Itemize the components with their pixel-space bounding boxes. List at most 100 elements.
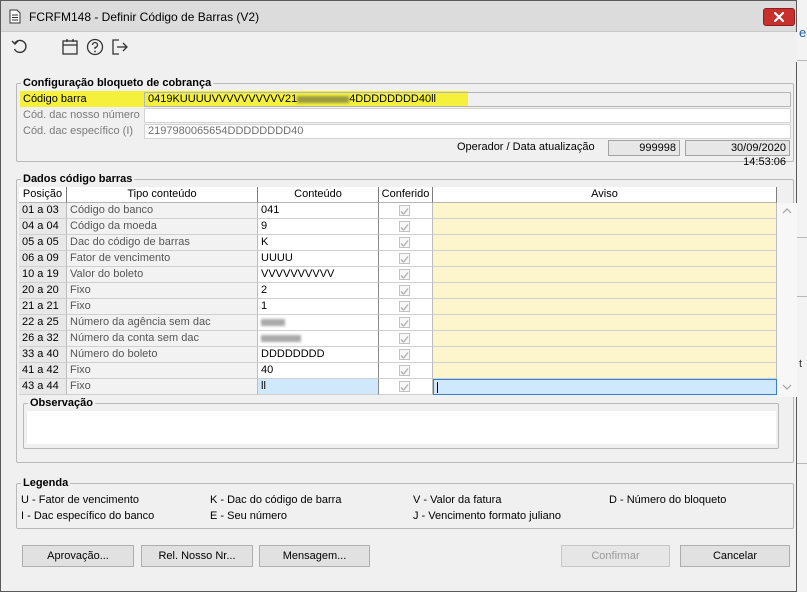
cell-conteudo[interactable]: DDDDDDDD xyxy=(258,347,379,363)
legenda-item: J - Vencimento formato juliano xyxy=(413,510,561,522)
check-icon xyxy=(400,336,409,343)
cell-conferido[interactable] xyxy=(379,203,433,219)
text-cursor xyxy=(437,381,438,393)
cell-conferido[interactable] xyxy=(379,267,433,283)
observacao-textarea[interactable] xyxy=(27,411,776,444)
dac-especifico-field[interactable]: 2197980065654DDDDDDDD40 xyxy=(144,124,791,139)
redacted-value xyxy=(261,318,285,326)
exit-icon[interactable] xyxy=(110,37,130,57)
conferido-checkbox[interactable] xyxy=(399,269,410,280)
cell-posicao: 41 a 42 xyxy=(19,363,67,379)
cell-conteudo[interactable]: K xyxy=(258,235,379,251)
legenda-item: D - Número do bloqueto xyxy=(609,494,727,506)
cell-tipo: Número da conta sem dac xyxy=(67,331,258,347)
cell-aviso[interactable] xyxy=(433,235,777,251)
cell-aviso[interactable] xyxy=(433,283,777,299)
cell-conferido[interactable] xyxy=(379,219,433,235)
cell-conteudo[interactable]: ll xyxy=(258,379,379,395)
dac-especifico-label: Cód. dac específico (I) xyxy=(23,125,134,137)
conferido-checkbox[interactable] xyxy=(399,333,410,344)
dac-nosso-numero-field[interactable] xyxy=(144,108,791,123)
cell-aviso[interactable] xyxy=(433,267,777,283)
help-icon[interactable] xyxy=(85,37,105,57)
check-icon xyxy=(400,368,409,375)
check-icon xyxy=(400,304,409,311)
cell-tipo: Número do boleto xyxy=(67,347,258,363)
cell-posicao: 43 a 44 xyxy=(19,379,67,395)
cell-conteudo[interactable]: 2 xyxy=(258,283,379,299)
cell-conteudo[interactable]: 9 xyxy=(258,219,379,235)
cell-aviso[interactable] xyxy=(433,331,777,347)
scroll-up-icon[interactable] xyxy=(777,205,797,217)
rel-nosso-nr-button[interactable]: Rel. Nosso Nr... xyxy=(141,545,253,567)
col-tipo-conteudo[interactable]: Tipo conteúdo xyxy=(67,187,258,203)
cell-conteudo[interactable] xyxy=(258,315,379,331)
cell-conteudo[interactable]: VVVVVVVVVV xyxy=(258,267,379,283)
cell-conferido[interactable] xyxy=(379,251,433,267)
title-bar[interactable]: FCRFM148 - Definir Código de Barras (V2) xyxy=(1,1,796,32)
dados-legend: Dados código barras xyxy=(23,173,133,185)
check-icon xyxy=(400,384,409,391)
cell-aviso[interactable] xyxy=(433,363,777,379)
cell-conferido[interactable] xyxy=(379,315,433,331)
cell-aviso[interactable] xyxy=(433,299,777,315)
cell-aviso[interactable] xyxy=(433,315,777,331)
operador-value: 999998 xyxy=(608,140,680,156)
cell-conferido[interactable] xyxy=(379,363,433,379)
cell-conferido[interactable] xyxy=(379,235,433,251)
col-posicao[interactable]: Posição xyxy=(19,187,67,203)
cell-conteudo[interactable]: 40 xyxy=(258,363,379,379)
cell-conteudo[interactable]: 041 xyxy=(258,203,379,219)
close-button[interactable] xyxy=(763,8,795,26)
legenda-legend: Legenda xyxy=(23,477,69,489)
conferido-checkbox[interactable] xyxy=(399,237,410,248)
cell-conferido[interactable] xyxy=(379,347,433,363)
cell-aviso[interactable] xyxy=(433,219,777,235)
cell-conteudo[interactable]: 1 xyxy=(258,299,379,315)
cell-aviso[interactable] xyxy=(433,251,777,267)
conferido-checkbox[interactable] xyxy=(399,349,410,360)
cancelar-button[interactable]: Cancelar xyxy=(680,545,790,567)
conferido-checkbox[interactable] xyxy=(399,205,410,216)
conferido-checkbox[interactable] xyxy=(399,317,410,328)
cell-tipo: Fixo xyxy=(67,283,258,299)
refresh-icon[interactable] xyxy=(10,37,30,57)
cell-conteudo[interactable] xyxy=(258,331,379,347)
conferido-checkbox[interactable] xyxy=(399,285,410,296)
conferido-checkbox[interactable] xyxy=(399,301,410,312)
data-atualizacao-value: 30/09/2020 14:53:06 xyxy=(685,140,790,168)
operador-label: Operador / Data atualização xyxy=(457,141,595,153)
legenda-item: I - Dac específico do banco xyxy=(21,510,155,522)
legenda-item: U - Fator de vencimento xyxy=(21,494,139,506)
cell-tipo: Fixo xyxy=(67,379,258,395)
cell-tipo: Fator de vencimento xyxy=(67,251,258,267)
conferido-checkbox[interactable] xyxy=(399,381,410,392)
mensagem-button[interactable]: Mensagem... xyxy=(259,545,370,567)
conferido-checkbox[interactable] xyxy=(399,221,410,232)
aprovacao-button[interactable]: Aprovação... xyxy=(22,545,134,567)
conferido-checkbox[interactable] xyxy=(399,365,410,376)
cell-conteudo[interactable]: UUUU xyxy=(258,251,379,267)
cell-aviso[interactable] xyxy=(433,347,777,363)
calendar-icon[interactable] xyxy=(60,37,80,57)
legenda-item: K - Dac do código de barra xyxy=(210,494,342,506)
background-divider xyxy=(797,463,807,464)
col-conteudo[interactable]: Conteúdo xyxy=(258,187,379,203)
scroll-down-icon[interactable] xyxy=(777,381,797,393)
cell-aviso[interactable] xyxy=(433,203,777,219)
cell-conferido[interactable] xyxy=(379,379,433,395)
conferido-checkbox[interactable] xyxy=(399,253,410,264)
confirmar-button[interactable]: Confirmar xyxy=(561,545,670,567)
col-conferido[interactable]: Conferido xyxy=(379,187,433,203)
cell-conferido[interactable] xyxy=(379,283,433,299)
codigo-barra-field[interactable]: 0419KUUUUVVVVVVVVVV21 4DDDDDDDD40ll xyxy=(144,92,791,107)
check-icon xyxy=(400,208,409,215)
cell-conferido[interactable] xyxy=(379,299,433,315)
check-icon xyxy=(400,256,409,263)
col-aviso[interactable]: Aviso xyxy=(433,187,777,203)
cell-tipo: Código da moeda xyxy=(67,219,258,235)
cell-conferido[interactable] xyxy=(379,331,433,347)
cell-aviso[interactable] xyxy=(433,379,777,395)
grid-scrollbar[interactable] xyxy=(777,203,797,397)
cell-posicao: 33 a 40 xyxy=(19,347,67,363)
